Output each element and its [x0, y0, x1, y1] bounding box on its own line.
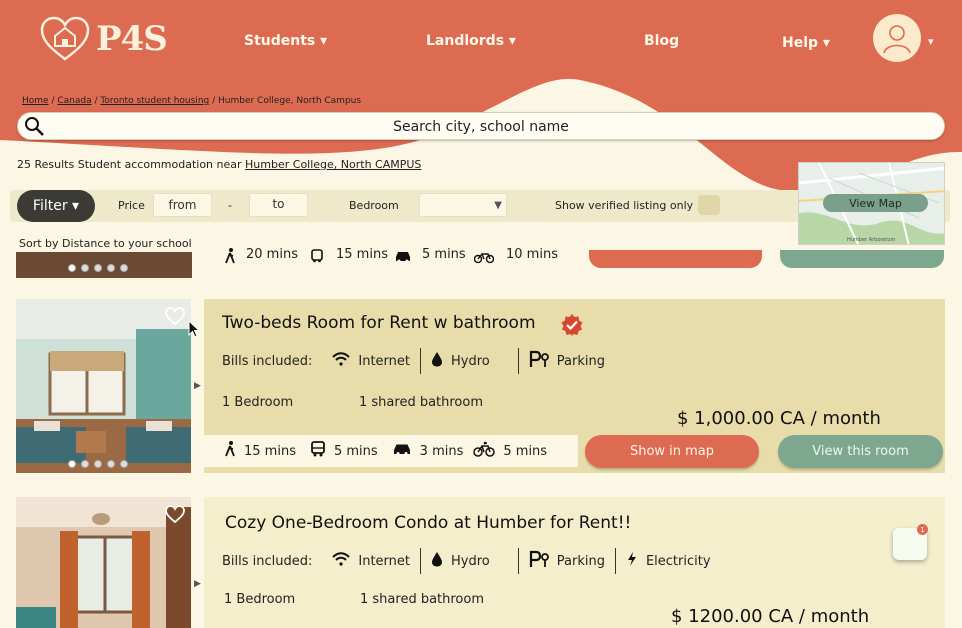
bedroom-select[interactable]: ▼ [419, 193, 507, 217]
carousel-next-icon[interactable]: ▶ [194, 381, 201, 391]
logo-text: P4S [96, 19, 168, 59]
results-summary: 25 Results Student accommodation near Hu… [17, 158, 422, 171]
avatar[interactable] [873, 14, 921, 62]
bike-icon [473, 441, 496, 461]
bedroom-count: 1 Bedroom [224, 592, 296, 607]
sort-value: Distance to your school [62, 237, 192, 250]
water-drop-icon [431, 551, 443, 571]
notification-badge: 1 [917, 524, 928, 535]
carousel-dots[interactable] [68, 460, 128, 468]
bills-row: Bills included: Internet Hydro Parking [222, 347, 605, 375]
price-label: Price [118, 199, 145, 212]
bills-row: Bills included: Internet Hydro Parking E… [222, 547, 711, 575]
prev-show-map-button[interactable] [589, 250, 762, 268]
listing-price: $ 1200.00 CA / month [671, 606, 870, 627]
breadcrumb-toronto[interactable]: Toronto student housing [100, 96, 209, 106]
wifi-icon [332, 352, 351, 370]
verified-label: Show verified listing only [555, 199, 694, 212]
verified-badge-icon [560, 313, 584, 341]
lightning-icon [626, 551, 638, 571]
breadcrumb-home[interactable]: Home [22, 96, 49, 106]
show-in-map-button[interactable]: Show in map [585, 435, 759, 468]
price-from-input[interactable]: from [153, 193, 212, 217]
breadcrumb: Home / Canada / Toronto student housing … [22, 96, 362, 106]
nav-help[interactable]: Help ▾ [782, 35, 830, 51]
commute-bar: 15 mins 5 mins 3 mins 5 mins [204, 435, 578, 467]
carousel-next-icon[interactable]: ▶ [194, 579, 201, 589]
search-input[interactable]: Search city, school name [17, 112, 945, 140]
search-placeholder: Search city, school name [393, 119, 569, 135]
nav-landlords[interactable]: Landlords ▾ [426, 33, 516, 49]
bathroom-info: 1 shared bathroom [359, 395, 484, 410]
view-map-button[interactable]: View Map [823, 194, 928, 212]
verified-toggle[interactable] [698, 195, 720, 215]
avatar-caret-icon[interactable]: ▾ [928, 35, 934, 48]
bike-icon [473, 250, 495, 268]
bedroom-count: 1 Bedroom [222, 395, 294, 410]
heart-house-icon [40, 16, 90, 61]
results-school-link[interactable]: Humber College, North CAMPUS [245, 158, 421, 171]
prev-carousel-dots[interactable] [68, 264, 128, 272]
bills-label: Bills included: [222, 353, 313, 369]
logo[interactable]: P4S [40, 16, 168, 62]
bathroom-info: 1 shared bathroom [360, 592, 485, 607]
favorite-heart-icon[interactable] [165, 505, 185, 527]
view-room-button[interactable]: View this room [778, 435, 943, 468]
bus-icon [310, 441, 326, 461]
bills-label: Bills included: [222, 553, 313, 569]
listing-price: $ 1,000.00 CA / month [677, 408, 881, 429]
car-icon [394, 249, 412, 267]
map-caption: Humber Arboretum [847, 237, 896, 243]
prev-commute-bar: 20 mins 15 mins 5 mins 10 mins [204, 247, 566, 272]
user-icon [883, 25, 911, 54]
sort-by[interactable]: Sort by Distance to your school [19, 237, 192, 250]
listing-title[interactable]: Two-beds Room for Rent w bathroom [222, 313, 536, 333]
prev-view-room-button[interactable] [780, 250, 944, 268]
walk-icon [224, 441, 236, 461]
chevron-down-icon: ▼ [494, 199, 502, 211]
favorite-heart-icon[interactable] [165, 307, 185, 329]
water-drop-icon [431, 351, 443, 371]
car-icon [392, 442, 412, 460]
mouse-cursor-icon [188, 320, 200, 338]
walk-icon [224, 248, 236, 268]
price-dash: - [228, 199, 232, 212]
bus-icon [310, 249, 324, 267]
nav-blog[interactable]: Blog [644, 33, 679, 49]
filter-button[interactable]: Filter ▾ [17, 190, 95, 222]
wifi-icon [332, 552, 351, 570]
parking-icon [529, 350, 549, 372]
parking-icon [529, 550, 549, 572]
breadcrumb-current: Humber College, North Campus [218, 96, 362, 106]
listing-title[interactable]: Cozy One-Bedroom Condo at Humber for Ren… [225, 513, 631, 533]
price-to-input[interactable]: to [249, 193, 308, 217]
nav-students[interactable]: Students ▾ [244, 33, 327, 49]
breadcrumb-canada[interactable]: Canada [57, 96, 91, 106]
bedroom-label: Bedroom [349, 199, 399, 212]
